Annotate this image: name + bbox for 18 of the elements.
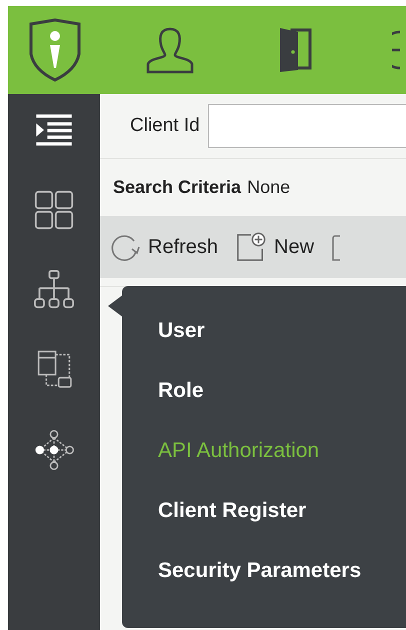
criteria-label: Search Criteria <box>113 177 242 198</box>
shield-icon[interactable] <box>28 18 82 82</box>
refresh-button[interactable]: Refresh <box>110 232 218 262</box>
new-button[interactable]: New <box>236 232 314 262</box>
criteria-value: None <box>247 177 290 198</box>
input-field[interactable] <box>208 104 406 148</box>
network-icon[interactable] <box>34 430 74 470</box>
grid-icon[interactable] <box>34 190 74 230</box>
person-icon[interactable] <box>146 26 194 74</box>
new-document-icon <box>236 232 266 262</box>
door-icon[interactable] <box>278 26 312 74</box>
menu-item[interactable]: Security Parameters <box>122 556 406 616</box>
menu-item[interactable]: Client Register <box>122 496 406 556</box>
org-chart-icon[interactable] <box>34 270 74 310</box>
field-label: Client Id <box>130 115 200 137</box>
menu-item[interactable]: User <box>122 316 406 376</box>
menu-item[interactable]: API Authorization <box>122 436 406 496</box>
menu-item[interactable]: Role <box>122 376 406 436</box>
